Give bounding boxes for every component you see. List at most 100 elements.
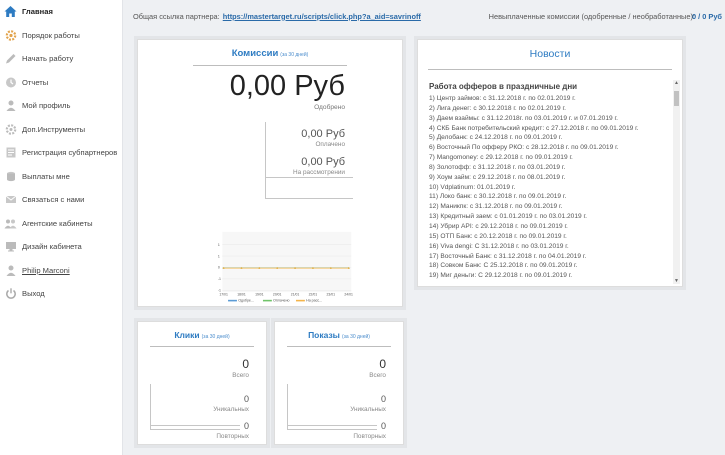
pending-label: На рассмотрении [293,169,345,176]
user-icon [4,99,17,112]
impressions-title: Показы (за 30 дней) [275,330,403,340]
legend-label: Одобре... [238,299,254,303]
commissions-period: (за 30 дней) [280,52,309,58]
sidebar-item-user[interactable]: Philip Marconi [0,259,122,283]
divider [287,346,391,347]
news-item: 9) Хоум займ: с 29.12.2018 г. по 08.01.2… [429,173,566,181]
news-title: Новости [529,48,571,60]
legend-swatch [295,299,305,302]
news-item: 4) СКБ Банк потребительский кредит: с 27… [429,124,639,132]
home-icon [4,5,17,18]
chart-point [222,267,225,269]
partner-link[interactable]: https://mastertarget.ru/scripts/click.ph… [223,12,421,21]
people-icon [4,217,17,230]
sidebar-item-agent-cabinets[interactable]: Агентские кабинеты [0,212,122,236]
pencil-icon [4,52,17,65]
y-tick-label: 0 [218,266,220,270]
cog-icon [4,123,17,136]
chart-point [347,267,350,269]
news-item: 5) Делобанк: с 24.12.2018 г. по 09.01.20… [429,134,563,142]
sidebar: Главная Порядок работы Начать работу Отч… [0,0,123,455]
scroll-thumb[interactable] [674,91,679,106]
pending-value: 0,00 Руб [301,156,345,168]
sidebar-item-logout[interactable]: Выход [0,282,122,306]
y-tick-label: -1 [218,277,221,281]
sidebar-item-label: Выход [22,289,45,299]
news-panel: Новости Работа офферов в праздничные дни… [417,39,683,287]
news-scrollbar[interactable]: ▲ ▼ [673,80,680,284]
monitor-icon [4,240,17,253]
news-item: 17) Восточный Банк: с 31.12.2018 г. по 0… [429,252,587,260]
divider [150,346,254,347]
sidebar-item-payouts[interactable]: Выплаты мне [0,165,122,189]
clicks-repeat-value: 0 [243,421,249,431]
impressions-period: (за 30 дней) [341,334,370,340]
x-tick-label: 24/01 [344,292,353,296]
clicks-title: Клики (за 30 дней) [138,330,266,340]
news-item: 11) Локо банк: с 30.12.2018 г. по 09.01.… [429,193,567,201]
impressions-total-value: 0 [379,357,386,371]
clicks-title-text: Клики [174,330,200,340]
news-item: 10) Vdplatinum: 01.01.2019 г. [429,183,516,191]
sidebar-item-subpartners[interactable]: Регистрация субпартнеров [0,141,122,165]
x-tick-label: 19/01 [255,292,264,296]
sidebar-item-label: Агентские кабинеты [22,218,93,228]
clock-icon [4,76,17,89]
impressions-title-text: Показы [308,330,340,340]
legend-label: Оплачено [273,299,289,303]
chart-point [240,267,243,269]
sidebar-item-procedure[interactable]: Порядок работы [0,24,122,48]
partner-link-label: Общая ссылка партнера: [133,11,220,21]
clicks-period: (за 30 дней) [201,334,230,340]
sidebar-item-contact[interactable]: Связаться с нами [0,188,122,212]
commissions-title: Комиссии (за 30 дней) [138,48,402,59]
news-item: 7) Mangomoney: с 29.12.2018 г. по 09.01.… [429,154,573,162]
sidebar-item-label: Начать работу [22,54,74,64]
divider [150,414,240,430]
news-item: 16) Viva dengi: С 31.12.2018 г. по 03.01… [429,242,569,250]
sidebar-item-start[interactable]: Начать работу [0,47,122,71]
divider [287,414,377,430]
divider [428,69,672,70]
news-item: 12) Маникпк: с 31.12.2018 г. по 09.01.20… [429,203,563,211]
news-item: 2) Лига денег: с 30.12.2018 г. по 02.01.… [429,104,566,112]
sidebar-item-reports[interactable]: Отчеты [0,71,122,95]
impressions-repeat-value: 0 [380,421,386,431]
coins-icon [4,170,17,183]
gear-icon [4,29,17,42]
news-item: 20) Деньги на дом: с 31.12.2018 г. по 03… [429,281,677,282]
chart-plot-area [222,231,352,293]
news-item: 14) Убрир API: с 29.12.2018 г. по 09.01.… [429,222,568,230]
paid-label: Оплачено [315,141,345,148]
scroll-up-icon[interactable]: ▲ [673,80,680,86]
news-item: 6) Восточный По офферу РКО: с 28.12.2018… [429,144,619,152]
clicks-total-value: 0 [242,357,249,371]
sidebar-item-tools[interactable]: Доп.Инструменты [0,118,122,142]
y-tick-label: 1 [218,243,220,247]
user-name-link[interactable]: Philip Marconi [22,266,70,275]
x-tick-label: 23/01 [327,292,336,296]
sidebar-item-label: Дизайн кабинета [22,242,82,252]
impressions-unique-label: Уникальных [350,406,386,413]
scroll-down-icon[interactable]: ▼ [673,278,680,284]
avatar-icon [4,264,17,277]
legend-swatch [262,299,272,302]
partner-link-block: Общая ссылка партнера: https://mastertarg… [133,12,421,21]
clicks-unique-label: Уникальных [213,406,249,413]
sidebar-item-label: Выплаты мне [22,171,70,181]
unpaid-commissions-value: 0 / 0 Руб [691,11,722,21]
news-item: 15) ОТП Банк: с 20.12.2018 г. по 09.01.2… [429,232,567,240]
envelope-icon [4,193,17,206]
sidebar-item-home[interactable]: Главная [0,0,122,24]
chart-point [258,267,261,269]
news-item: 1) Центр займов: с 31.12.2018 г. по 02.0… [429,95,576,102]
news-item: 18) Совком Банк: С 25.12.2018 г. по 09.0… [429,262,578,270]
y-tick-label: 1 [218,254,220,258]
sidebar-item-label: Порядок работы [22,30,80,40]
sidebar-item-profile[interactable]: Мой профиль [0,94,122,118]
sidebar-item-design[interactable]: Дизайн кабинета [0,235,122,259]
approved-value: 0,00 Руб [229,70,345,102]
divider [193,65,347,66]
chart-point [312,267,314,269]
x-tick-label: 22/01 [309,292,318,296]
